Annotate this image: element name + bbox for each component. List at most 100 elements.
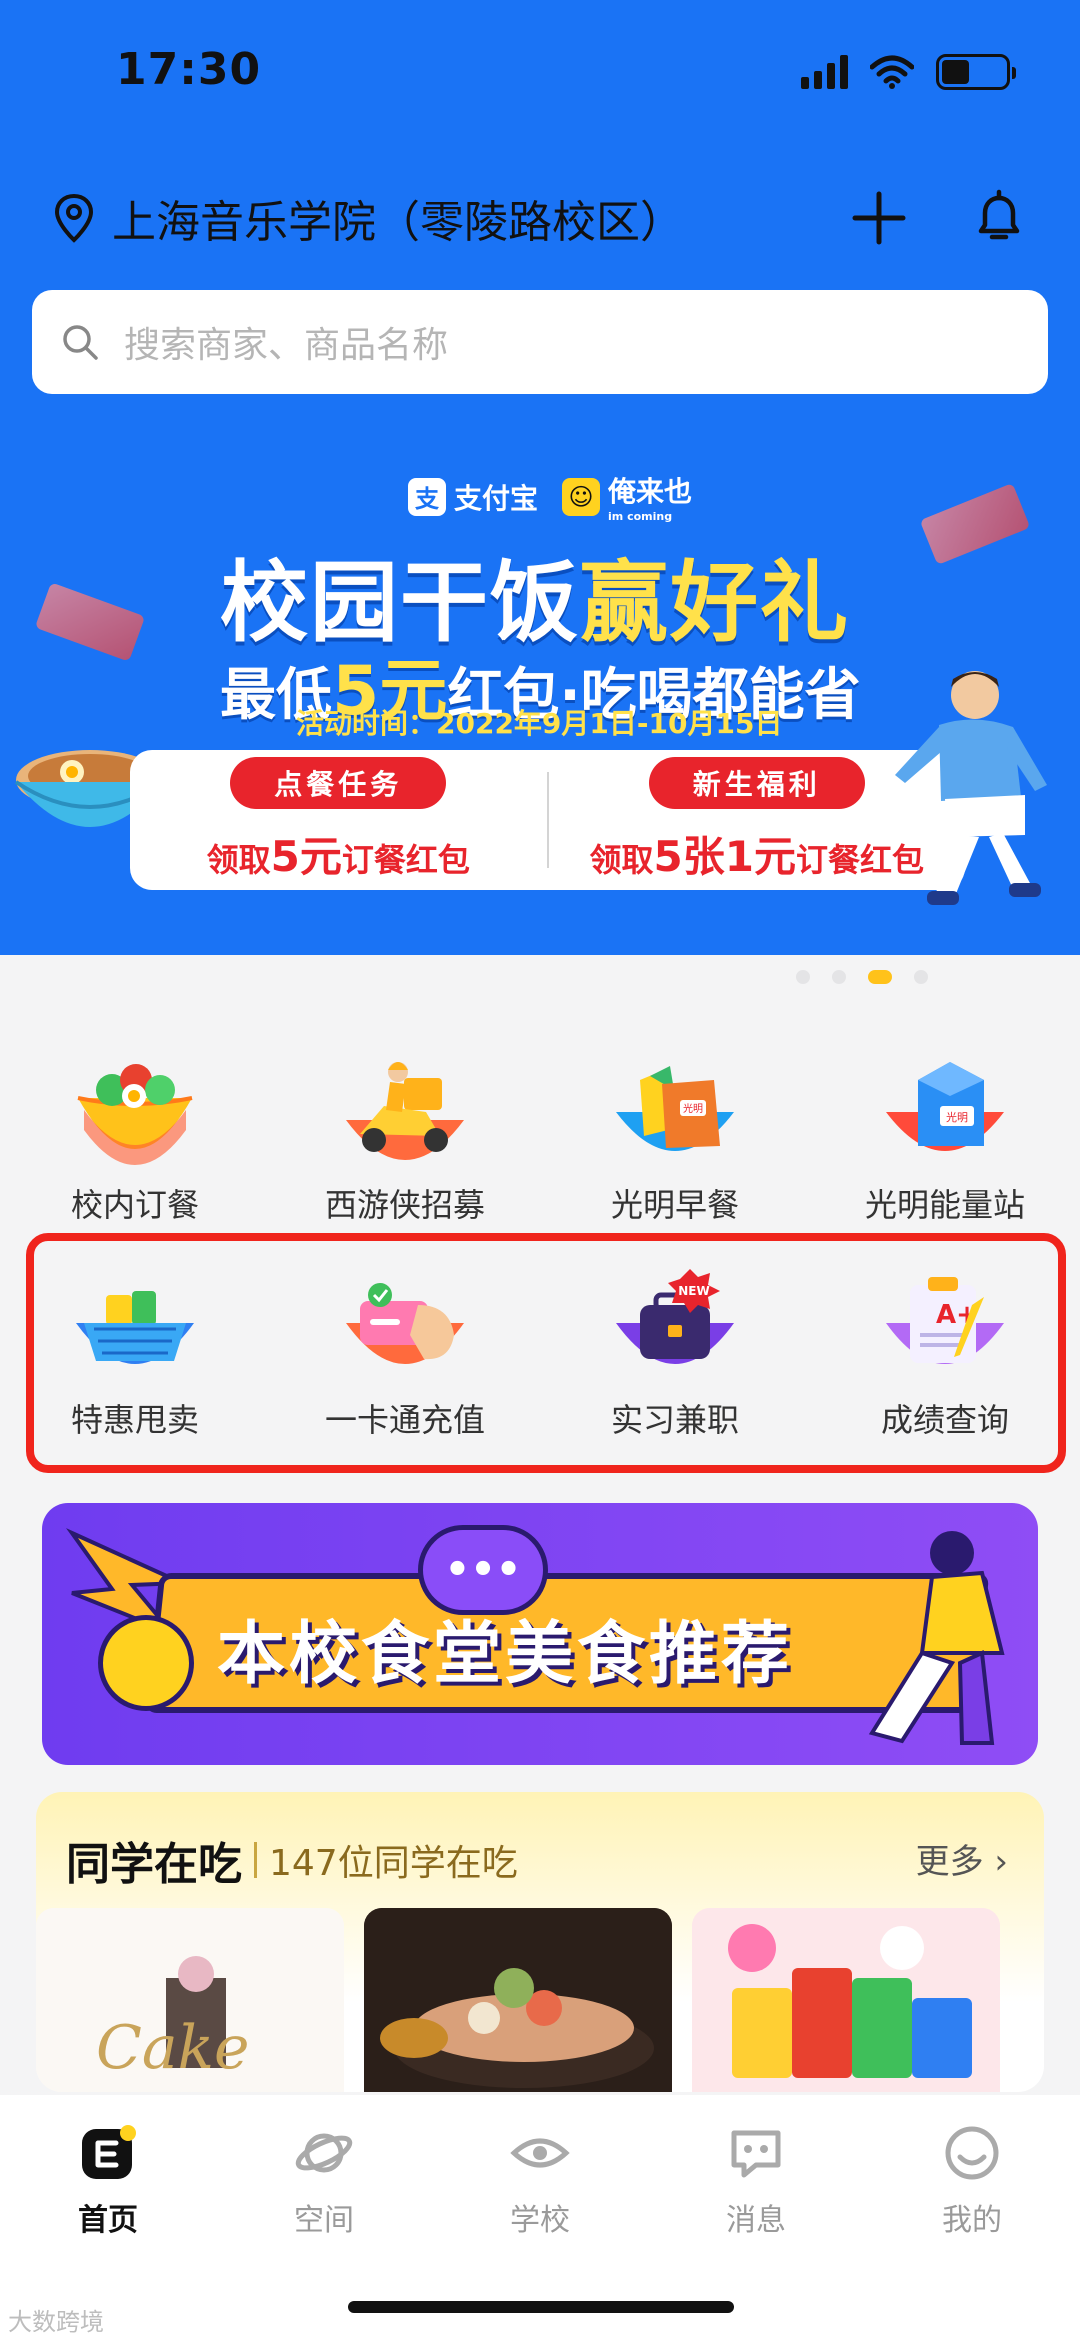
header-area: 17:30 上海音乐学院（零陵路校区） 搜索商家、商品名称 支 支付宝 ☺ 俺来… xyxy=(0,0,1080,955)
tab-label: 空间 xyxy=(294,2203,354,2238)
cellular-signal-icon xyxy=(801,55,848,89)
freshman-desc-c: 1元 xyxy=(724,831,796,881)
campus-location[interactable]: 上海音乐学院（零陵路校区） xyxy=(112,186,792,250)
search-icon xyxy=(63,325,98,360)
imcoming-logo-icon: ☺ xyxy=(562,477,601,516)
shortcut-internship[interactable]: NEW 实习兼职 xyxy=(540,1265,810,1441)
wifi-icon xyxy=(870,55,914,89)
tab-messages[interactable]: 消息 xyxy=(648,2123,864,2239)
status-time: 17:30 xyxy=(116,44,262,95)
pagination-dot[interactable] xyxy=(914,970,928,984)
notification-button[interactable] xyxy=(966,185,1032,251)
brand-row: 支 支付宝 ☺ 俺来也 im coming xyxy=(408,470,692,523)
profile-smile-icon xyxy=(945,2126,999,2180)
cake-caption: Cake xyxy=(96,2013,250,2083)
canteen-banner-text: 本校食堂美食推荐 xyxy=(217,1615,794,1694)
tab-space[interactable]: 空间 xyxy=(216,2123,432,2239)
shortcut-label: 一卡通充值 xyxy=(324,1401,485,1439)
delivery-scooter-icon xyxy=(346,1062,464,1160)
svg-text:光明: 光明 xyxy=(946,1110,968,1124)
order-task-desc-c: 订餐红包 xyxy=(341,840,470,879)
shortcut-grade-query[interactable]: A+ 成绩查询 xyxy=(810,1265,1080,1441)
freshman-desc-b: 5张 xyxy=(653,831,725,881)
watermark: 大数跨境 xyxy=(8,2308,104,2336)
classmates-header: 同学在吃 147位同学在吃 xyxy=(66,1828,518,1892)
tab-label: 首页 xyxy=(78,2203,138,2238)
imcoming-sub: im coming xyxy=(608,510,673,523)
shortcut-card-recharge[interactable]: 一卡通充值 xyxy=(270,1265,540,1441)
tab-label: 消息 xyxy=(726,2203,786,2238)
soccer-player-illustration xyxy=(895,671,1047,905)
classmates-eating-section: 同学在吃 147位同学在吃 更多 › Cake xyxy=(36,1792,1044,2092)
shortcut-label: 成绩查询 xyxy=(880,1401,1009,1439)
imcoming-label: 俺来也 xyxy=(608,475,693,508)
promo-banner[interactable]: 支 支付宝 ☺ 俺来也 im coming 校园干饭赢好礼 最低5元红包·吃喝都… xyxy=(0,430,1080,955)
tab-label: 我的 xyxy=(942,2203,1002,2238)
alipay-label: 支付宝 xyxy=(454,481,539,515)
banner-pagination xyxy=(796,970,928,984)
salad-bowl-icon xyxy=(77,1064,193,1165)
tab-list: 首页 空间 学校 消息 我的 xyxy=(0,2095,1080,2239)
location-pin-icon[interactable] xyxy=(52,193,96,243)
order-task-desc-a: 领取 xyxy=(206,840,271,879)
location-row: 上海音乐学院（零陵路校区） xyxy=(52,178,1032,258)
shortcut-rider-recruit[interactable]: 西游侠招募 xyxy=(270,1050,540,1226)
shortcut-label: 光明能量站 xyxy=(864,1186,1025,1224)
home-icon xyxy=(82,2125,136,2179)
message-icon xyxy=(731,2130,781,2178)
planet-icon xyxy=(295,2133,353,2173)
alipay-logo-icon: 支 xyxy=(408,477,446,516)
order-task-pill: 点餐任务 xyxy=(230,756,447,809)
add-button[interactable] xyxy=(846,185,912,251)
food-card-snacks[interactable] xyxy=(692,1908,1000,2092)
smiley-icon xyxy=(98,1615,194,1711)
freshman-benefit-desc: 领取5张1元订餐红包 xyxy=(590,823,925,884)
order-task-item[interactable]: 点餐任务 领取5元订餐红包 xyxy=(130,750,547,890)
shortcut-special-sale[interactable]: 特惠甩卖 xyxy=(0,1265,270,1441)
milk-carton-icon: 光明 xyxy=(886,1062,1004,1151)
food-card-cake[interactable]: Cake xyxy=(36,1908,344,2092)
report-card-icon: A+ xyxy=(886,1277,1004,1364)
shortcut-row-2: 特惠甩卖 一卡通充值 NEW 实习兼职 A+ 成绩查询 xyxy=(0,1265,1080,1441)
card-recharge-icon xyxy=(346,1283,464,1364)
pagination-dot[interactable] xyxy=(832,970,846,984)
canteen-recommend-banner[interactable]: ••• 本校食堂美食推荐 xyxy=(42,1503,1038,1765)
tab-school[interactable]: 学校 xyxy=(432,2123,648,2239)
eye-icon xyxy=(510,2138,570,2168)
shortcut-label: 特惠甩卖 xyxy=(70,1401,199,1439)
classmates-more-link[interactable]: 更多 › xyxy=(916,1834,1008,1883)
pagination-dot-active[interactable] xyxy=(868,970,892,984)
food-card-hotpot[interactable] xyxy=(364,1908,672,2092)
banner-date: 活动时间：2022年9月1日-10月15日 xyxy=(296,707,783,740)
search-placeholder: 搜索商家、商品名称 xyxy=(124,325,449,366)
briefcase-icon: NEW xyxy=(616,1269,734,1364)
shortcut-row-1: 校内订餐 西游侠招募 光明 光明早餐 光明 光明能量站 xyxy=(0,1050,1080,1226)
battery-icon xyxy=(936,54,1016,90)
order-task-desc: 领取5元订餐红包 xyxy=(207,823,470,884)
freshman-benefit-pill: 新生福利 xyxy=(648,756,865,809)
shortcut-guangming-breakfast[interactable]: 光明 光明早餐 xyxy=(540,1050,810,1226)
shortcut-campus-order[interactable]: 校内订餐 xyxy=(0,1050,270,1226)
person-illustration xyxy=(868,1531,1005,1745)
bell-icon xyxy=(978,189,1020,240)
pagination-dot[interactable] xyxy=(796,970,810,984)
home-indicator[interactable] xyxy=(348,2301,734,2313)
hotpot-photo xyxy=(364,1908,672,2092)
tab-profile[interactable]: 我的 xyxy=(864,2123,1080,2239)
shortcut-label: 实习兼职 xyxy=(610,1401,739,1439)
snacks-photo xyxy=(692,1908,1000,2092)
tab-home[interactable]: 首页 xyxy=(0,2123,216,2239)
classmates-count: 147位同学在吃 xyxy=(269,1843,518,1884)
svg-text:光明: 光明 xyxy=(683,1102,703,1115)
classmates-separator xyxy=(254,1842,257,1878)
plus-icon xyxy=(852,191,906,245)
order-task-desc-b: 5元 xyxy=(270,831,342,881)
breakfast-bag-icon: 光明 xyxy=(616,1066,734,1151)
cake-photo: Cake xyxy=(36,1908,344,2092)
search-bar[interactable]: 搜索商家、商品名称 xyxy=(32,290,1048,394)
promo-card: 点餐任务 领取5元订餐红包 新生福利 领取5张1元订餐红包 xyxy=(130,750,965,890)
classmates-cards: Cake xyxy=(36,1908,1000,2092)
shortcut-label: 西游侠招募 xyxy=(324,1186,485,1224)
red-envelope-decoration xyxy=(34,582,146,662)
shortcut-energy-station[interactable]: 光明 光明能量站 xyxy=(810,1050,1080,1226)
